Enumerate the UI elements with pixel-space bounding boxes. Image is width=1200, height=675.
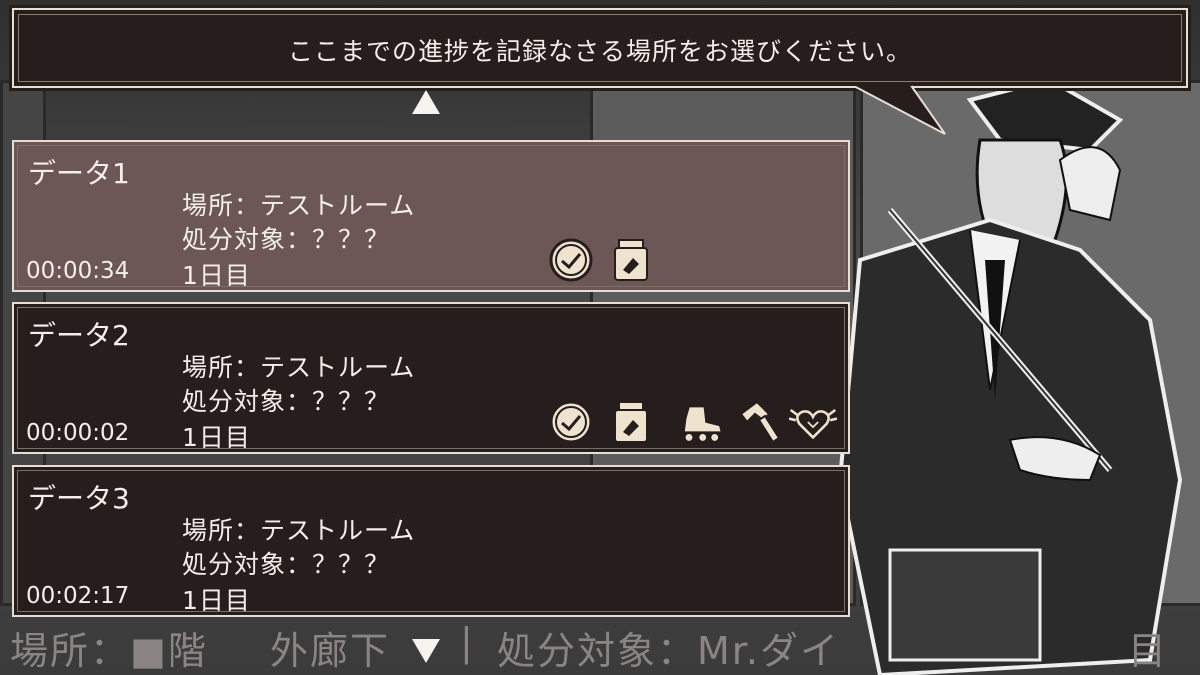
status-target: 処分対象：Mr.ダイ xyxy=(497,629,841,673)
save-slot-3[interactable]: データ3 場所：テストルーム 処分対象：？？？ 00:02:17 1日目 xyxy=(12,465,850,617)
slot-target: 処分対象：？？？ xyxy=(182,550,391,579)
slot-location: 場所：テストルーム xyxy=(182,516,416,545)
slot-location: 場所：テストルーム xyxy=(182,353,416,382)
slot-title: データ3 xyxy=(28,482,130,515)
save-slot-2[interactable]: データ2 場所：テストルーム 処分対象：？？？ 00:00:02 1日目 xyxy=(12,302,850,454)
slot-target: 処分対象：？？？ xyxy=(182,225,391,254)
roller-skate-icon xyxy=(682,405,723,443)
slot-location: 場所：テストルーム xyxy=(182,191,416,220)
slot-day: 1日目 xyxy=(182,261,251,290)
slot-day: 1日目 xyxy=(182,423,251,452)
clock-icon xyxy=(549,400,593,444)
status-separator: | xyxy=(460,620,475,664)
status-bar: 場所：■階 外廊下 | 処分対象：Mr.ダイ 目 xyxy=(0,612,1200,675)
slot-playtime: 00:00:02 xyxy=(26,420,130,446)
jar-icon xyxy=(614,401,648,443)
dialog-box: ここまでの進捗を記録なさる場所をお選びください。 xyxy=(9,5,1191,91)
hammer-icon xyxy=(739,400,781,444)
character-portrait xyxy=(837,77,1183,675)
dialog-tail xyxy=(850,84,946,135)
status-day: 目 xyxy=(1128,629,1169,673)
jar-icon xyxy=(614,239,648,281)
slot-title: データ1 xyxy=(28,157,130,190)
slot-playtime: 00:00:34 xyxy=(26,258,130,284)
status-floor: 外廊下 xyxy=(270,629,391,673)
dialog-message: ここまでの進捗を記録なさる場所をお選びください。 xyxy=(287,37,912,66)
slot-title: データ2 xyxy=(28,319,130,352)
slot-playtime: 00:02:17 xyxy=(26,583,130,609)
slot-target: 処分対象：？？？ xyxy=(182,387,391,416)
scroll-down-arrow-icon[interactable] xyxy=(410,635,442,667)
save-slot-1[interactable]: データ1 場所：テストルーム 処分対象：？？？ 00:00:34 1日目 xyxy=(12,140,850,292)
status-location: 場所：■階 xyxy=(10,629,208,673)
clock-icon xyxy=(549,238,593,282)
winged-heart-icon xyxy=(789,408,837,440)
scroll-up-arrow-icon[interactable] xyxy=(410,86,442,118)
